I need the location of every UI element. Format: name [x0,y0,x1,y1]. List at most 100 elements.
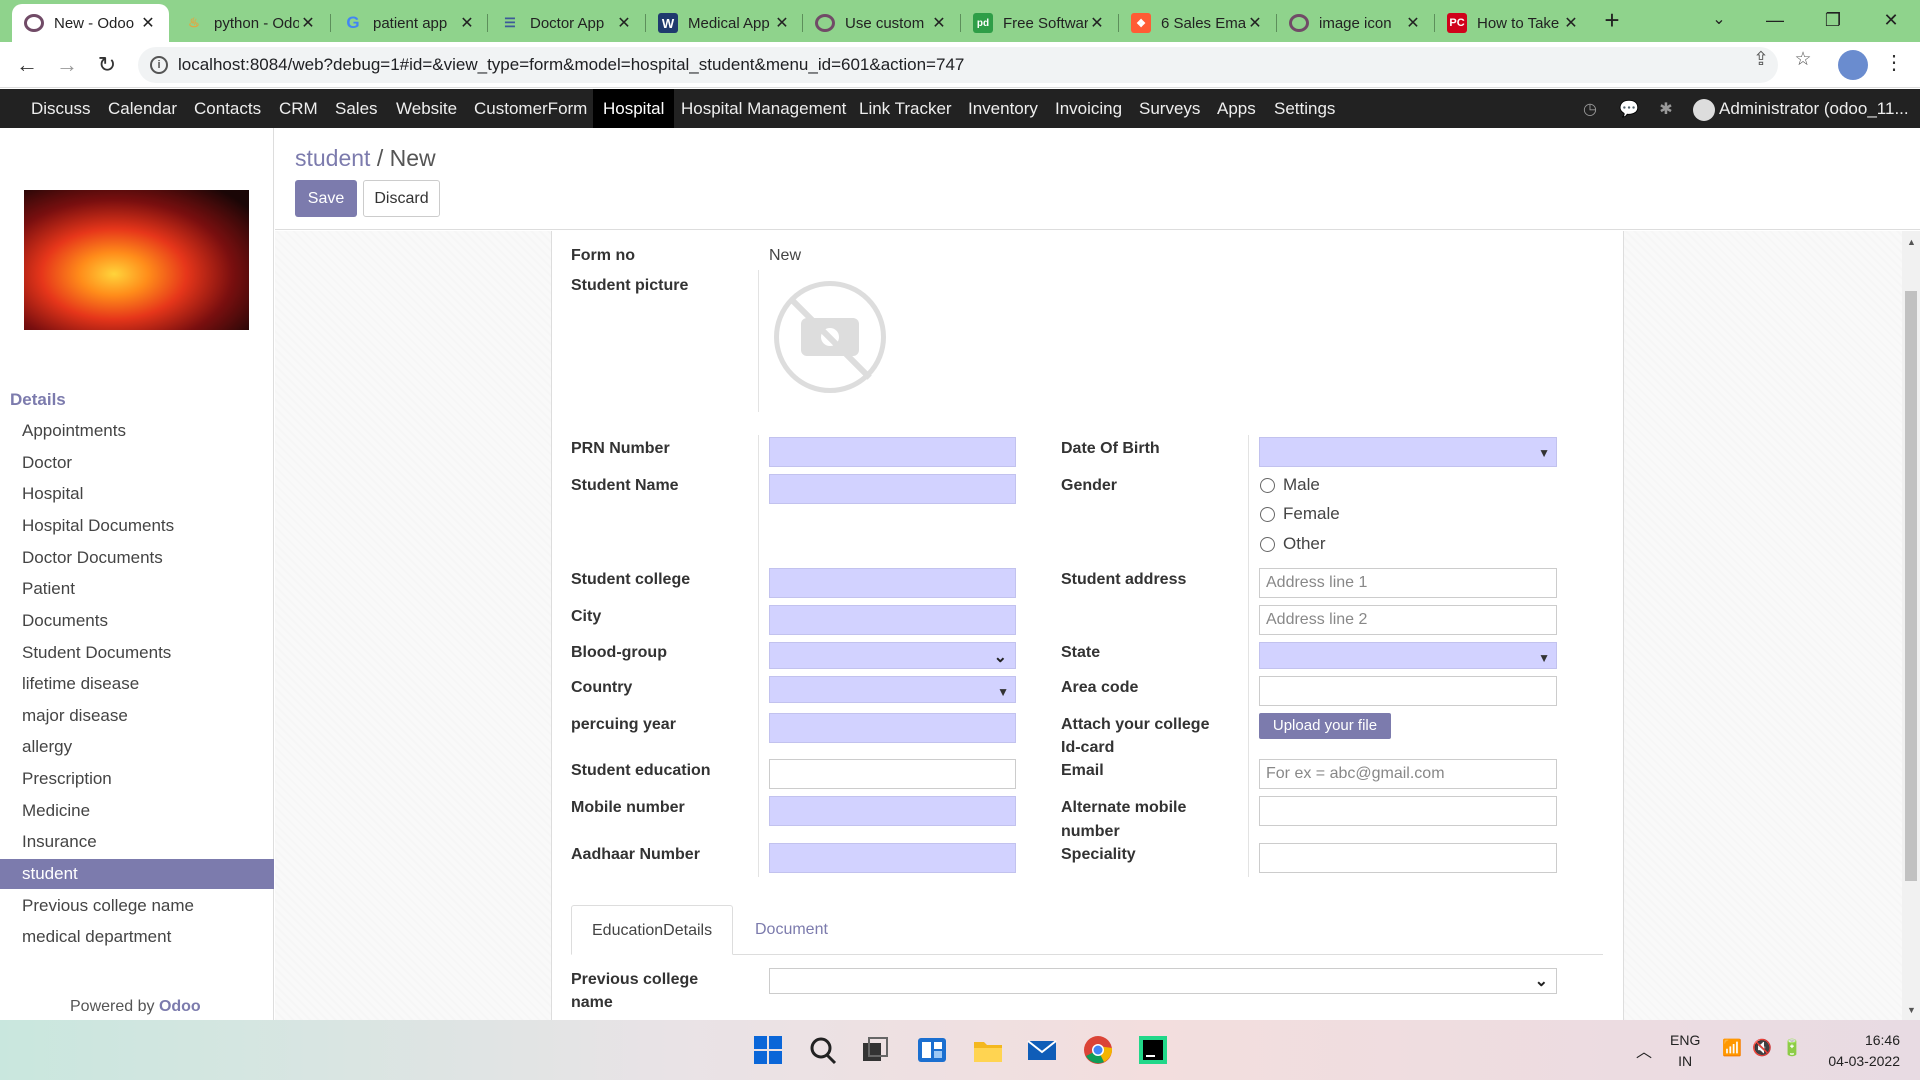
sidebar-item-prescription[interactable]: Prescription [0,764,274,794]
menu-invoicing[interactable]: Invoicing [1045,89,1132,128]
tab-education-details[interactable]: EducationDetails [571,905,734,955]
upload-file-button[interactable]: Upload your file [1259,713,1391,739]
area-code-input[interactable] [1259,676,1557,706]
browser-tab-use-custom[interactable]: Use custom ✕ [803,4,960,42]
browser-tab-how-to-take[interactable]: PC How to Take ✕ [1435,4,1592,42]
country-select[interactable]: ▼ [769,676,1016,703]
close-icon[interactable]: ✕ [930,13,948,33]
scrollbar-thumb[interactable] [1905,291,1917,881]
browser-tab-odoo-new[interactable]: New - Odoo ✕ [12,4,169,42]
radio-circle[interactable] [1260,536,1275,552]
menu-sales[interactable]: Sales [325,89,388,128]
battery-icon[interactable]: 🔋 [1782,1038,1802,1058]
student-photo-placeholder[interactable] [774,281,886,393]
new-tab-plus-icon[interactable]: + [1598,6,1626,34]
browser-tab-python[interactable]: ♨ python - Odoo ✕ [172,4,329,42]
sidebar-item-insurance[interactable]: Insurance [0,827,274,857]
menu-surveys[interactable]: Surveys [1129,89,1210,128]
browser-tab-doctor-app[interactable]: ☰ Doctor App ✕ [488,4,645,42]
browser-tab-sales-email[interactable]: ❖ 6 Sales Email ✕ [1119,4,1276,42]
system-clock[interactable]: 16:46 04-03-2022 [1820,1030,1900,1072]
bookmark-star-icon[interactable]: ☆ [1792,49,1814,71]
restore-icon[interactable]: ❐ [1804,0,1862,42]
menu-link-tracker[interactable]: Link Tracker [849,89,962,128]
discard-button[interactable]: Discard [363,180,440,217]
profile-avatar[interactable] [1838,50,1868,80]
date-of-birth-input[interactable]: ▼ [1259,437,1557,467]
menu-apps[interactable]: Apps [1207,89,1266,128]
scroll-down-arrow-icon[interactable]: ▼ [1907,1005,1916,1015]
menu-hospital-management[interactable]: Hospital Management [671,89,856,128]
close-icon[interactable]: ✕ [1246,13,1264,33]
sidebar-item-allergy[interactable]: allergy [0,732,274,762]
breadcrumb-parent-link[interactable]: student [295,145,370,171]
sidebar-item-hospital[interactable]: Hospital [0,479,274,509]
browser-tab-image-icon[interactable]: image icon ✕ [1277,4,1434,42]
sidebar-item-major-disease[interactable]: major disease [0,701,274,731]
sidebar-item-previous-college-name[interactable]: Previous college name [0,891,274,921]
prn-number-input[interactable] [769,437,1016,467]
close-icon[interactable]: ✕ [1562,13,1580,33]
sidebar-item-student[interactable]: student [0,859,274,889]
form-scrollbar[interactable]: ▲ ▼ [1902,231,1920,1020]
close-icon[interactable]: ✕ [615,13,633,33]
menu-discuss[interactable]: Discuss [21,89,101,128]
address-line1-input[interactable]: Address line 1 [1259,568,1557,598]
activity-clock-icon[interactable]: ◷ [1580,99,1600,119]
debug-bug-icon[interactable]: ✱ [1656,99,1676,119]
window-close-icon[interactable]: ✕ [1862,0,1920,42]
email-input[interactable]: For ex = abc@gmail.com [1259,759,1557,789]
sidebar-item-documents[interactable]: Documents [0,606,274,636]
menu-calendar[interactable]: Calendar [98,89,187,128]
sidebar-item-doctor[interactable]: Doctor [0,448,274,478]
close-icon[interactable]: ✕ [458,13,476,33]
task-view-icon[interactable] [859,1034,891,1066]
windows-start-icon[interactable] [752,1034,784,1066]
gender-radio-female[interactable]: Female [1260,504,1340,524]
chat-icon[interactable]: 💬 [1619,99,1639,119]
reload-icon[interactable]: ↻ [92,50,122,80]
input-language[interactable]: ENG IN [1670,1030,1700,1072]
browser-menu-icon[interactable]: ⋮ [1884,50,1904,75]
close-icon[interactable]: ✕ [299,13,317,33]
menu-hospital[interactable]: Hospital [593,89,675,128]
radio-circle[interactable] [1260,477,1275,493]
site-info-icon[interactable]: i [150,56,168,74]
browser-tab-medical-app[interactable]: W Medical App ✕ [646,4,803,42]
sidebar-item-student-documents[interactable]: Student Documents [0,638,274,668]
percuing-year-input[interactable] [769,713,1016,743]
search-icon[interactable] [807,1034,839,1066]
blood-group-select[interactable]: ⌄ [769,642,1016,669]
show-hidden-icons-chevron-icon[interactable]: ︿ [1636,1038,1652,1062]
back-arrow-icon[interactable]: ← [12,50,42,80]
alternate-mobile-input[interactable] [1259,796,1557,826]
odoo-link[interactable]: Odoo [159,998,201,1015]
file-explorer-icon[interactable] [972,1034,1004,1066]
save-button[interactable]: Save [295,180,357,217]
menu-inventory[interactable]: Inventory [958,89,1048,128]
sidebar-item-patient[interactable]: Patient [0,574,274,604]
sidebar-item-medicine[interactable]: Medicine [0,796,274,826]
menu-contacts[interactable]: Contacts [184,89,271,128]
gender-radio-male[interactable]: Male [1260,475,1320,495]
sidebar-item-lifetime-disease[interactable]: lifetime disease [0,669,274,699]
menu-website[interactable]: Website [386,89,467,128]
share-icon[interactable]: ⇪ [1750,49,1772,71]
user-menu[interactable]: Administrator (odoo_11... [1693,89,1909,128]
state-select[interactable]: ▼ [1259,642,1557,669]
radio-circle[interactable] [1260,506,1275,522]
volume-muted-icon[interactable]: 🔇 [1752,1038,1772,1058]
mail-icon[interactable] [1026,1034,1058,1066]
wifi-icon[interactable]: 📶 [1722,1038,1742,1058]
aadhaar-number-input[interactable] [769,843,1016,873]
close-icon[interactable]: ✕ [1088,13,1106,33]
city-input[interactable] [769,605,1016,635]
chrome-icon[interactable] [1082,1034,1114,1066]
sidebar-item-appointments[interactable]: Appointments [0,416,274,446]
sidebar-item-medical-department[interactable]: medical department [0,922,274,952]
menu-settings[interactable]: Settings [1264,89,1345,128]
tab-document[interactable]: Document [735,905,848,955]
menu-customerform[interactable]: CustomerForm [464,89,597,128]
gender-radio-other[interactable]: Other [1260,534,1326,554]
minimize-icon[interactable]: — [1746,0,1804,42]
